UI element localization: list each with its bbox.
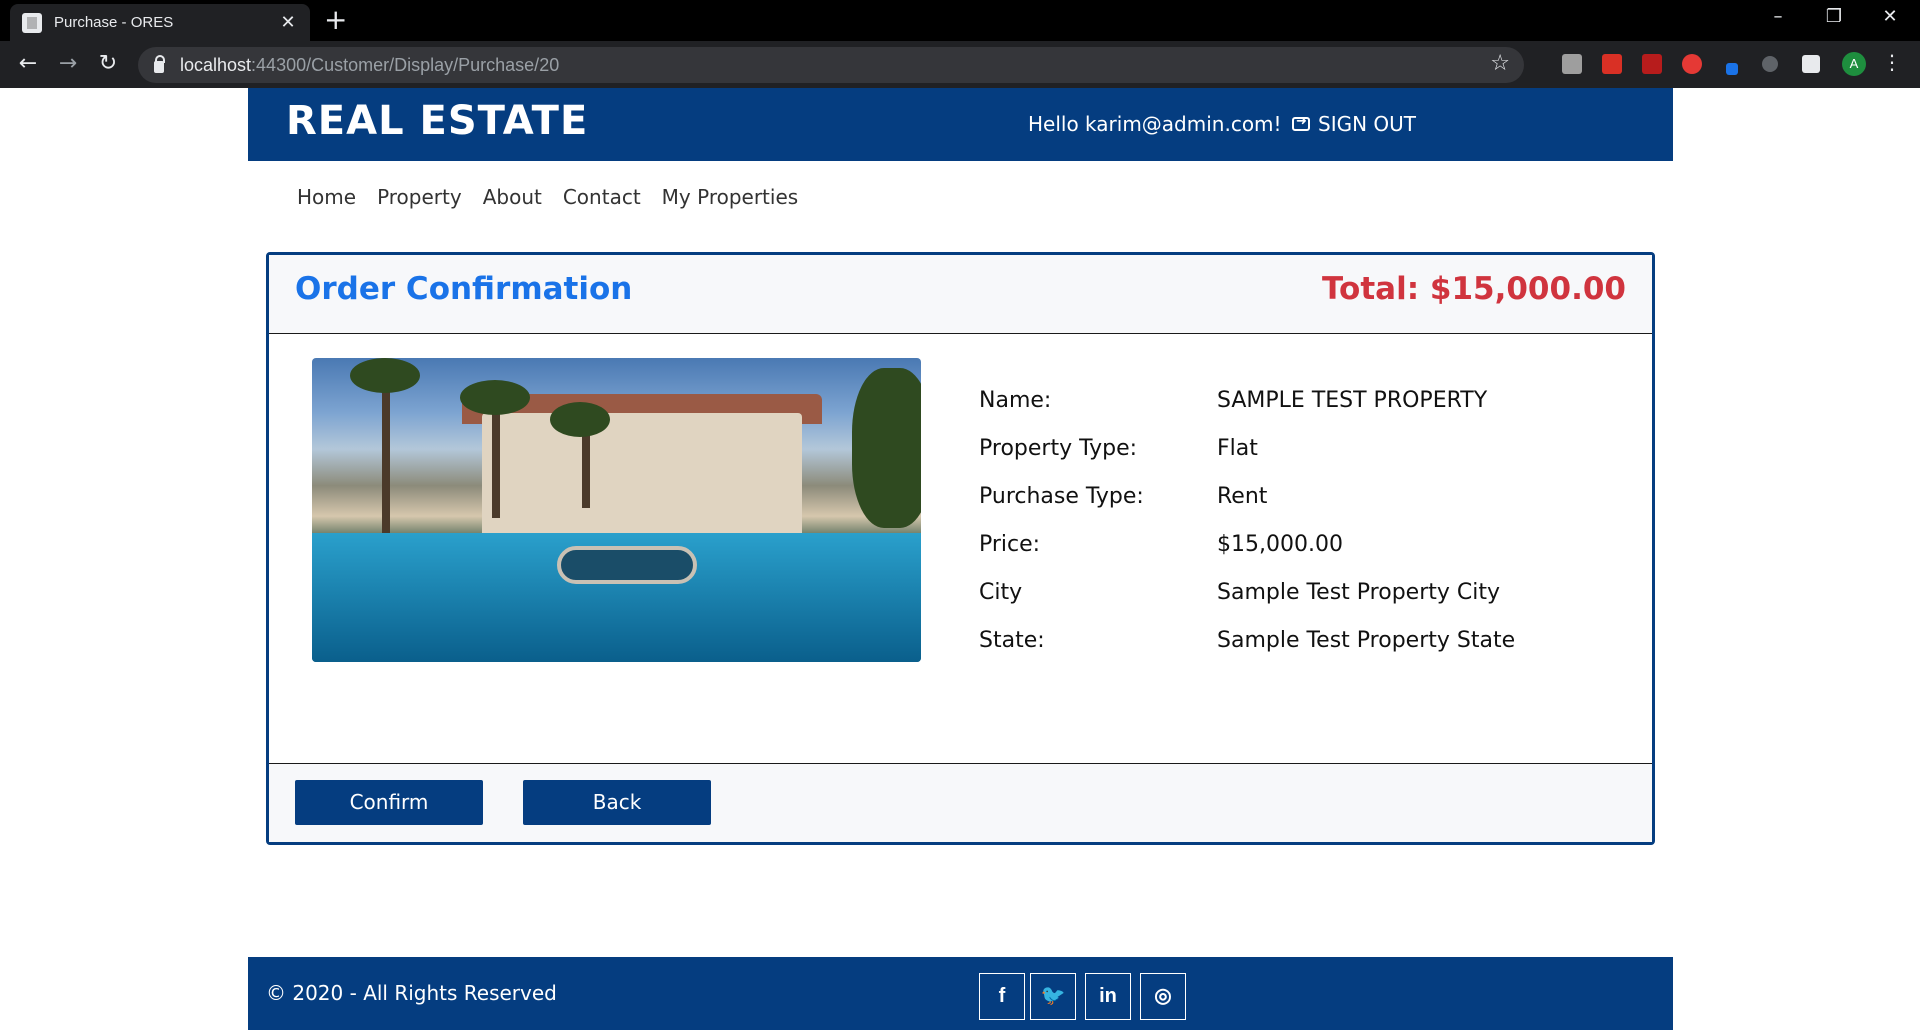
back-button[interactable]: Back	[523, 780, 711, 825]
brand-logo[interactable]: REAL ESTATE	[286, 98, 588, 144]
property-photo	[312, 358, 921, 662]
copyright-text: © 2020 - All Rights Reserved	[266, 981, 557, 1005]
detail-row-price: Price: $15,000.00	[979, 532, 1515, 580]
page-favicon-icon	[22, 12, 42, 33]
new-tab-icon[interactable]: +	[324, 6, 347, 34]
nav-property[interactable]: Property	[377, 185, 462, 209]
back-arrow-icon[interactable]: ←	[14, 51, 42, 77]
url-path: :44300/Customer/Display/Purchase/20	[251, 54, 560, 75]
order-card-footer: Confirm Back	[269, 763, 1652, 842]
reload-icon[interactable]: ↻	[94, 51, 122, 77]
browser-toolbar: ← → ↻ localhost :44300/Customer/Display/…	[0, 41, 1920, 88]
detail-label: State:	[979, 628, 1045, 653]
user-greeting[interactable]: Hello karim@admin.com!	[1028, 112, 1282, 136]
photo-palm	[382, 378, 390, 538]
site-footer: © 2020 - All Rights Reserved f 🐦 in ◎	[248, 957, 1673, 1030]
detail-label: Property Type:	[979, 436, 1138, 461]
detail-label: Name:	[979, 388, 1052, 413]
detail-value: Rent	[1217, 484, 1268, 509]
order-total: Total: $15,000.00	[1322, 271, 1626, 307]
address-bar[interactable]: localhost :44300/Customer/Display/Purcha…	[138, 47, 1524, 83]
property-details: Name: SAMPLE TEST PROPERTY Property Type…	[979, 388, 1515, 676]
photo-spa	[557, 546, 697, 584]
puzzle-extensions-icon[interactable]	[1802, 55, 1820, 73]
photo-palm-leaves	[550, 402, 610, 437]
close-tab-icon[interactable]: ✕	[278, 12, 298, 33]
url-host: localhost	[180, 54, 252, 75]
instagram-icon[interactable]: ◎	[1140, 973, 1186, 1020]
photo-palm	[492, 398, 500, 518]
detail-row-property-type: Property Type: Flat	[979, 436, 1515, 484]
extension-icon[interactable]	[1682, 54, 1702, 74]
twitter-icon[interactable]: 🐦	[1030, 973, 1076, 1020]
photo-palm-leaves	[460, 380, 530, 415]
sign-out-icon	[1292, 114, 1310, 131]
extension-icon[interactable]	[1726, 63, 1738, 75]
minimize-icon[interactable]: –	[1758, 6, 1798, 27]
close-window-icon[interactable]: ✕	[1870, 6, 1910, 27]
sign-out-label: SIGN OUT	[1318, 112, 1417, 136]
order-title: Order Confirmation	[295, 271, 633, 307]
sign-out-link[interactable]: SIGN OUT	[1292, 112, 1416, 136]
facebook-icon[interactable]: f	[979, 973, 1025, 1020]
detail-value: Sample Test Property State	[1217, 628, 1516, 653]
extension-icon[interactable]	[1562, 54, 1582, 74]
order-card: Order Confirmation Total: $15,000.00 Nam…	[266, 252, 1655, 845]
forward-arrow-icon[interactable]: →	[54, 51, 82, 77]
nav-home[interactable]: Home	[297, 185, 356, 209]
extension-icon[interactable]	[1602, 54, 1622, 74]
lock-icon	[154, 55, 165, 73]
confirm-button[interactable]: Confirm	[295, 780, 483, 825]
detail-label: Price:	[979, 532, 1041, 557]
site-header: REAL ESTATE Hello karim@admin.com! SIGN …	[248, 88, 1673, 161]
extension-icon[interactable]	[1762, 56, 1778, 72]
profile-avatar[interactable]: A	[1842, 52, 1866, 76]
detail-row-purchase-type: Purchase Type: Rent	[979, 484, 1515, 532]
photo-palm-leaves	[350, 358, 420, 393]
detail-row-city: City Sample Test Property City	[979, 580, 1515, 628]
restore-icon[interactable]: ❐	[1814, 6, 1854, 27]
nav-contact[interactable]: Contact	[563, 185, 641, 209]
main-nav: Home Property About Contact My Propertie…	[297, 185, 798, 209]
detail-row-name: Name: SAMPLE TEST PROPERTY	[979, 388, 1515, 436]
nav-my-properties[interactable]: My Properties	[662, 185, 799, 209]
browser-menu-icon[interactable]: ⋮	[1882, 50, 1902, 74]
detail-value: Sample Test Property City	[1217, 580, 1501, 605]
order-card-header: Order Confirmation Total: $15,000.00	[269, 255, 1652, 334]
detail-value: Flat	[1217, 436, 1258, 461]
linkedin-icon[interactable]: in	[1085, 973, 1131, 1020]
detail-value: SAMPLE TEST PROPERTY	[1217, 388, 1488, 413]
nav-about[interactable]: About	[483, 185, 542, 209]
tab-title: Purchase - ORES	[54, 14, 174, 31]
browser-tab-strip: Purchase - ORES ✕ + – ❐ ✕	[0, 0, 1920, 41]
detail-label: Purchase Type:	[979, 484, 1144, 509]
detail-value: $15,000.00	[1217, 532, 1343, 557]
detail-label: City	[979, 580, 1023, 605]
pdf-extension-icon[interactable]	[1642, 54, 1662, 74]
photo-trees	[852, 368, 921, 528]
detail-row-state: State: Sample Test Property State	[979, 628, 1515, 676]
bookmark-star-icon[interactable]: ☆	[1490, 51, 1510, 76]
photo-house	[482, 413, 802, 538]
browser-tab[interactable]: Purchase - ORES ✕	[10, 4, 310, 41]
